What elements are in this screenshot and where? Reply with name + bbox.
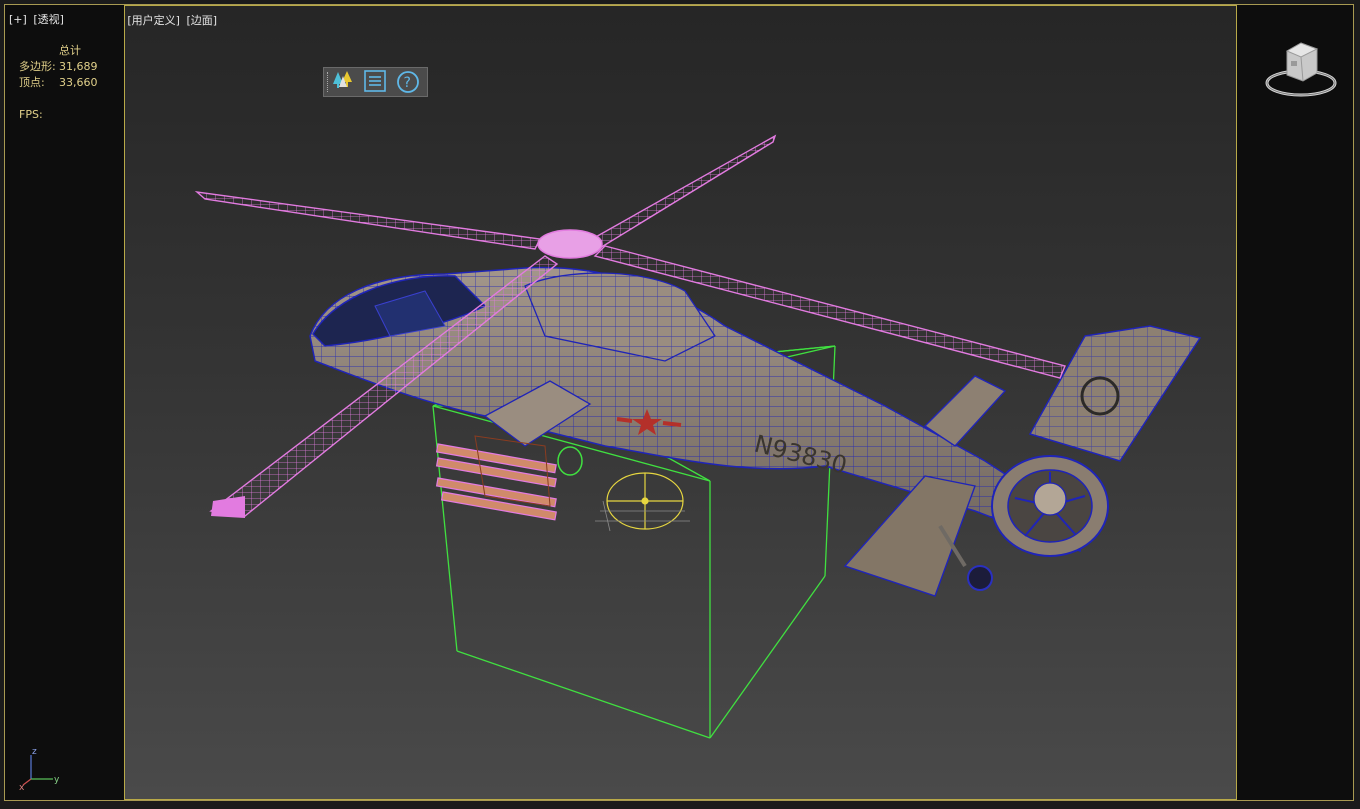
right-panel [1237,5,1353,800]
fps-label: FPS: [19,108,43,121]
vertices-label: 顶点: [19,76,45,89]
viewcube[interactable] [1261,35,1341,105]
stats-header: 总计 [59,44,81,57]
vertices-value: 33,660 [59,76,98,89]
axis-y-label: y [54,775,60,785]
viewport-frame: [+] [透视] 总计 多边形: 31,689 顶点: 33,660 FPS: z … [4,4,1354,801]
axis-x-label: x [19,783,25,791]
polygons-label: 多边形: [19,60,56,73]
tail-fin[interactable] [1028,325,1202,462]
light-helper[interactable] [595,472,690,532]
tail-fenestron[interactable] [991,455,1109,557]
perspective-viewport[interactable]: [+] [透视] [用户定义] [边面] [124,5,1237,800]
viewport-menu-plus[interactable]: [+] [9,13,27,26]
help-icon[interactable]: ? [396,70,422,94]
scene-canvas[interactable]: N93830 [125,6,1237,800]
floating-toolbar: ? [323,67,428,97]
axis-z-label: z [32,747,37,757]
svg-text:?: ? [404,75,411,91]
toolbar-grip[interactable] [327,72,330,92]
rocket-pod[interactable] [435,435,583,521]
statistics-panel: 总计 多边形: 31,689 顶点: 33,660 FPS: [19,43,98,123]
polygons-value: 31,689 [59,60,98,73]
list-icon[interactable] [364,70,390,94]
viewport-menu-perspective[interactable]: [透视] [33,13,64,26]
left-panel: [+] [透视] 总计 多边形: 31,689 顶点: 33,660 FPS: z … [5,5,124,800]
viewport-labels: [+] [透视] [9,11,67,27]
trees-icon[interactable] [332,70,358,94]
axis-tripod: z y x [19,747,60,791]
